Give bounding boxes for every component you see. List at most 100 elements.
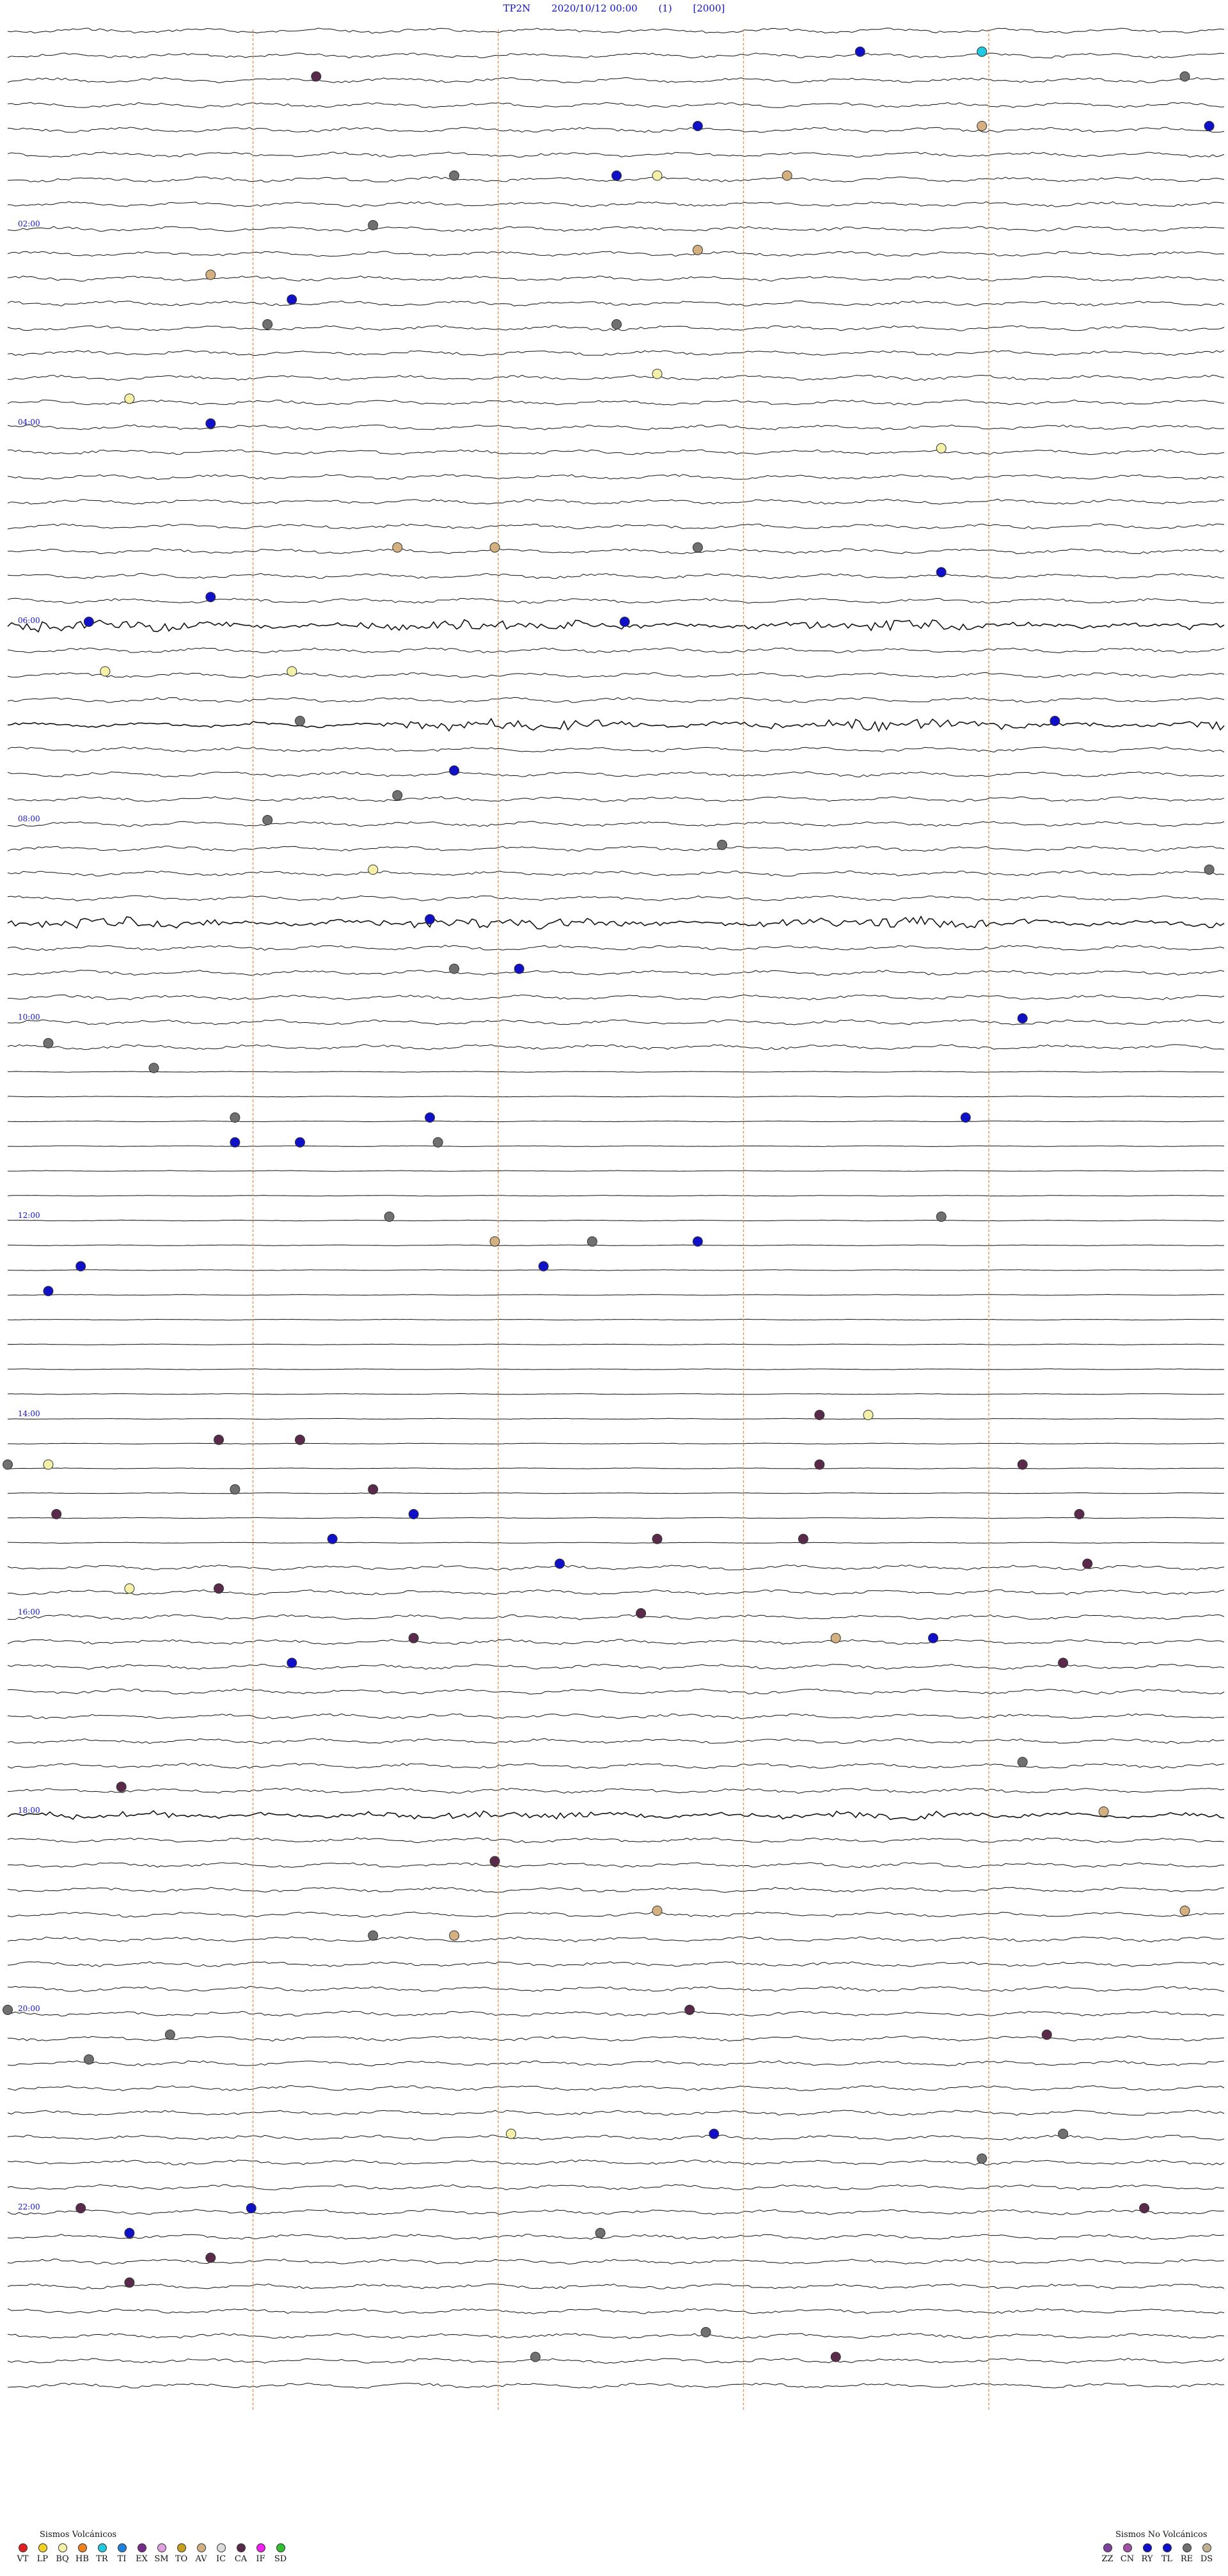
event-marker-ca [368,1484,379,1495]
event-marker-re [530,2351,541,2362]
event-marker-tl [709,2128,720,2139]
legend-code: DS [1200,2554,1213,2564]
legend-item-sm: SM [152,2543,171,2564]
trace-row [7,77,1225,84]
trace-row [7,1664,1225,1670]
legend-code: TI [117,2554,127,2564]
legend-item-if: IF [251,2543,271,2564]
trace-row [7,548,1225,555]
legend-dot [1202,2543,1211,2552]
trace-row [7,102,1225,108]
trace-row [7,474,1225,480]
event-marker-ca [51,1509,62,1519]
event-marker-tl [611,170,622,181]
trace-row [7,1071,1225,1073]
event-marker-re [717,839,727,850]
event-marker-av [392,542,403,553]
event-marker-ca [214,1434,224,1445]
event-marker-re [700,2327,711,2337]
event-marker-re [43,1038,54,1048]
trace-row [7,1862,1225,1869]
event-marker-re [230,1484,240,1495]
event-marker-ca [75,2203,86,2213]
trace-row [7,300,1225,306]
event-marker-tl [246,2203,256,2213]
legend-item-ic: IC [211,2543,231,2564]
event-marker-av [1098,1806,1109,1817]
legend-item-ti: TI [112,2543,132,2564]
trace-row [7,846,1225,852]
event-marker-re [148,1063,159,1073]
trace-row [7,1713,1225,1719]
event-marker-re [262,815,273,825]
legend-dot [117,2543,127,2552]
hour-label: 16:00 [18,1608,40,1616]
event-marker-ca [311,71,322,82]
legend-code: TL [1161,2554,1173,2564]
legend-dot [77,2543,87,2552]
trace-row [7,399,1225,406]
trace-row [7,672,1225,679]
event-marker-re [936,1212,947,1222]
legend-nonvolcanic-title: Sismos No Volcánicos [1115,2530,1208,2540]
event-marker-re [611,319,622,329]
trace-row [7,2283,1225,2289]
event-marker-tl [287,1657,297,1668]
trace-row [7,573,1225,580]
trace-row [7,1589,1225,1595]
event-marker-tl [83,617,94,627]
trace-row [7,201,1225,207]
trace-row [7,2011,1225,2017]
legend-code: ZZ [1101,2554,1114,2564]
trace-row [7,1517,1225,1519]
trace-group [7,28,1225,2389]
event-marker-tl [619,617,630,627]
event-marker-tl [449,765,460,776]
trace-row [7,1837,1225,1844]
trace-row [7,449,1225,455]
event-marker-tl [408,1509,419,1519]
trace-row [7,2085,1225,2091]
legend-code: TR [96,2554,108,2564]
event-marker-ca [1139,2203,1150,2213]
event-marker-re [262,319,273,329]
event-marker-ca [814,1410,825,1420]
event-marker-tl [555,1558,565,1569]
legend-dot [236,2543,246,2552]
hour-label: 14:00 [18,1409,40,1418]
trace-row [7,697,1225,703]
trace-row [7,945,1225,951]
trace-row [7,2159,1225,2166]
trace-row [7,2135,1225,2141]
event-marker-av [977,121,988,131]
legend-item-tr: TR [92,2543,112,2564]
event-marker-tl [960,1112,971,1123]
event-marker-av [830,1632,841,1643]
legend-code: RY [1141,2554,1153,2564]
trace-row [7,915,1225,929]
trace-row [7,1936,1225,1943]
legend-dot [1103,2543,1112,2552]
trace-row [7,152,1225,158]
event-marker-re [384,1212,395,1222]
trace-row [7,1044,1225,1050]
legend-item-sd: SD [271,2543,290,2564]
trace-row [7,498,1225,505]
event-marker-ca [798,1533,808,1544]
trace-row [7,2333,1225,2339]
event-marker-tl [295,1137,305,1148]
helicorder-plot: 02:00 04:00 06:00 08:00 10:00 12:00 14:00 16:00… [3,28,1225,2412]
event-marker-bq [368,864,379,875]
trace-row [7,1343,1225,1346]
legend-code: RE [1180,2554,1193,2564]
legend-dot [177,2543,186,2552]
trace-row [7,1564,1225,1571]
legend-code: SD [274,2554,287,2564]
event-marker-re [432,1137,443,1148]
trace-row [7,796,1225,802]
trace-row [7,2308,1225,2314]
legend-volcanic-title: Sismos Volcánicos [40,2530,117,2540]
event-marker-av [652,1906,663,1916]
legend-dot [157,2543,166,2552]
legend-code: BQ [56,2554,69,2564]
